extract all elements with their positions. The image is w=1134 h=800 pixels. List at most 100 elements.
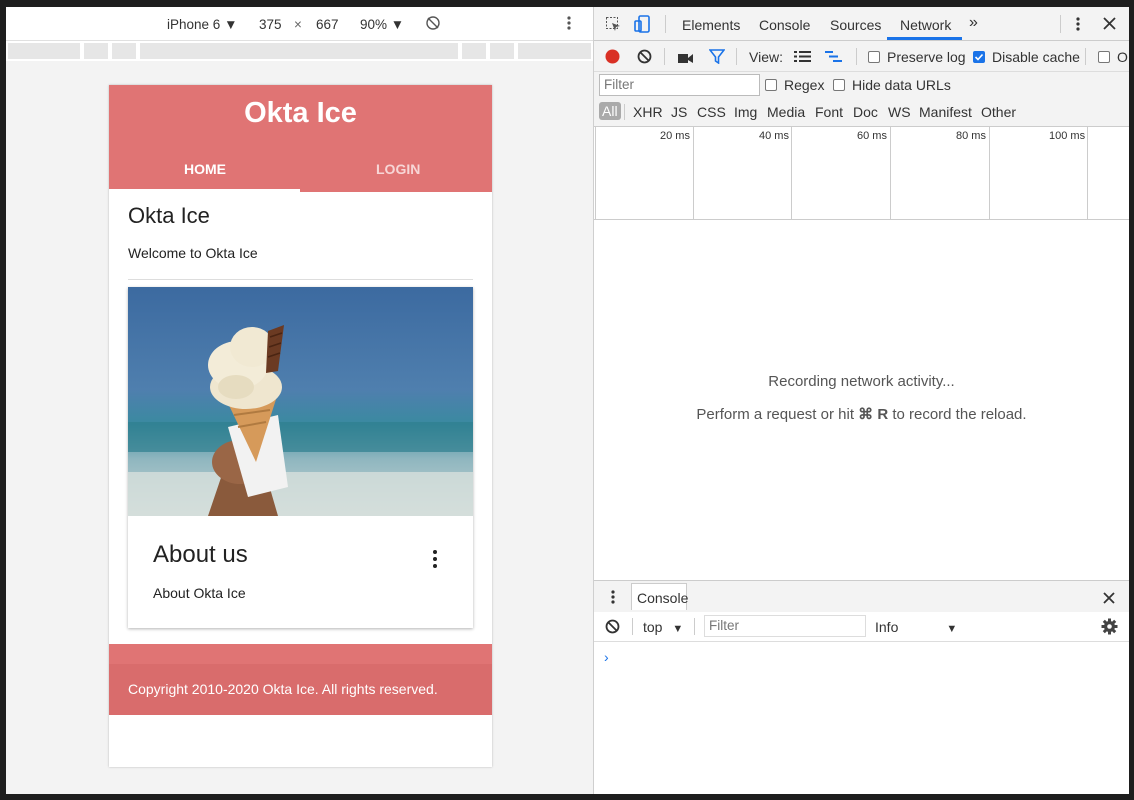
device-viewport: Okta Ice HOME LOGIN Okta Ice Welcome to … — [109, 85, 492, 767]
clear-console-icon[interactable] — [605, 619, 620, 637]
rotate-icon[interactable] — [425, 15, 441, 34]
app-header: Okta Ice HOME LOGIN — [109, 85, 492, 192]
empty-state-hint: Perform a request or hit ⌘ R to record t… — [594, 405, 1129, 423]
app-footer: Copyright 2010-2020 Okta Ice. All rights… — [109, 644, 492, 715]
type-all[interactable]: All — [599, 102, 621, 120]
empty-state-title: Recording network activity... — [768, 373, 955, 390]
more-tabs-icon[interactable]: » — [969, 14, 978, 32]
network-overview-timeline[interactable]: 20 ms 40 ms 60 ms 80 ms 100 ms — [594, 127, 1129, 220]
tab-network[interactable]: Network — [900, 17, 951, 33]
waterfall-icon[interactable] — [825, 50, 842, 66]
tab-elements[interactable]: Elements — [682, 17, 740, 33]
type-other[interactable]: Other — [981, 104, 1016, 120]
zoom-value: 90% — [360, 17, 388, 32]
filter-bar: Filter Regex Hide data URLs — [594, 72, 1129, 99]
device-emulation-pane: iPhone 6 ▼ 375 × 667 90% ▼ Okta Ice HOME… — [6, 7, 593, 794]
hint-text: to record the reload. — [888, 406, 1027, 423]
tick-label: 100 ms — [1049, 130, 1086, 142]
hint-text: Perform a request or hit — [696, 406, 859, 423]
preserve-log-checkbox[interactable] — [868, 51, 880, 63]
tab-console[interactable]: Console — [759, 17, 810, 33]
chevron-down-icon: ▼ — [224, 17, 238, 32]
resource-type-filter: All XHR JS CSS Img Media Font Doc WS Man… — [594, 99, 1129, 127]
disable-cache-label: Disable cache — [992, 49, 1080, 65]
type-media[interactable]: Media — [767, 104, 805, 120]
card-text: About Okta Ice — [153, 585, 246, 601]
tick-label: 20 ms — [660, 130, 690, 142]
reload-shortcut: ⌘ R — [858, 406, 889, 423]
more-vert-icon[interactable] — [1076, 16, 1080, 35]
log-level-value: Info — [875, 619, 899, 635]
devtools-pane: Elements Console Sources Network » View: — [593, 7, 1129, 794]
type-css[interactable]: CSS — [697, 104, 726, 120]
log-level-select[interactable]: Info ▼ — [875, 619, 957, 635]
hide-data-urls-checkbox[interactable] — [833, 79, 845, 91]
about-card: About us About Okta Ice — [128, 287, 473, 628]
tick-label: 80 ms — [956, 130, 986, 142]
width-input[interactable]: 375 — [259, 17, 282, 32]
console-prompt[interactable]: › — [604, 649, 609, 665]
clear-icon[interactable] — [637, 49, 652, 67]
zoom-select[interactable]: 90% ▼ — [360, 17, 404, 32]
type-font[interactable]: Font — [815, 104, 843, 120]
tick-label: 60 ms — [857, 130, 887, 142]
more-vert-icon[interactable] — [567, 15, 571, 34]
tick-label: 40 ms — [759, 130, 789, 142]
filter-placeholder: Filter — [604, 77, 634, 92]
type-img[interactable]: Img — [734, 104, 757, 120]
preserve-log-label: Preserve log — [887, 49, 966, 65]
ice-cream-photo — [128, 287, 473, 516]
footer-text: Copyright 2010-2020 Okta Ice. All rights… — [128, 681, 438, 697]
network-toolbar: View: Preserve log Disable cache O — [594, 41, 1129, 72]
device-toolbar: iPhone 6 ▼ 375 × 667 90% ▼ — [6, 7, 593, 41]
filter-icon[interactable] — [708, 49, 726, 67]
type-js[interactable]: JS — [671, 104, 687, 120]
record-icon[interactable] — [605, 49, 620, 67]
offline-checkbox[interactable] — [1098, 51, 1110, 63]
offline-label: O — [1117, 49, 1128, 65]
type-ws[interactable]: WS — [888, 104, 911, 120]
chevron-down-icon: ▼ — [390, 17, 405, 32]
hide-data-urls-label: Hide data URLs — [852, 77, 951, 93]
device-select[interactable]: iPhone 6 ▼ — [167, 17, 237, 32]
tab-indicator — [109, 189, 300, 192]
tab-sources[interactable]: Sources — [830, 17, 881, 33]
inspect-element-icon[interactable] — [605, 16, 621, 35]
drawer-tabbar: Console — [594, 580, 1129, 613]
tab-home[interactable]: HOME — [184, 161, 226, 177]
type-manifest[interactable]: Manifest — [919, 104, 972, 120]
app-title: Okta Ice — [244, 97, 357, 129]
device-name: iPhone 6 — [167, 17, 221, 32]
gear-icon[interactable] — [1101, 618, 1118, 638]
type-xhr[interactable]: XHR — [633, 104, 663, 120]
divider — [128, 279, 473, 280]
page-heading: Okta Ice — [128, 203, 210, 228]
chevron-down-icon: ▼ — [946, 623, 958, 635]
type-doc[interactable]: Doc — [853, 104, 878, 120]
console-toolbar: top ▼ Filter Info ▼ — [594, 612, 1129, 642]
large-rows-icon[interactable] — [794, 50, 811, 66]
height-input[interactable]: 667 — [316, 17, 339, 32]
active-tab-indicator — [887, 37, 962, 40]
context-value: top — [643, 619, 663, 635]
more-vert-icon[interactable] — [430, 549, 440, 569]
screenshot-camera-icon[interactable] — [678, 51, 694, 67]
chevron-down-icon: ▼ — [672, 623, 684, 635]
tab-login[interactable]: LOGIN — [376, 161, 420, 177]
view-label: View: — [749, 49, 783, 65]
filter-placeholder: Filter — [709, 618, 739, 633]
page-text: Welcome to Okta Ice — [128, 245, 258, 261]
more-vert-icon[interactable] — [611, 589, 615, 608]
device-toolbar-icon[interactable] — [634, 15, 652, 36]
disable-cache-checkbox[interactable] — [973, 51, 985, 63]
context-select[interactable]: top ▼ — [643, 619, 683, 635]
times-sign: × — [294, 17, 302, 32]
media-query-bar[interactable] — [6, 41, 593, 61]
close-icon[interactable] — [1103, 591, 1115, 607]
regex-checkbox[interactable] — [765, 79, 777, 91]
regex-label: Regex — [784, 77, 825, 93]
console-filter-input[interactable]: Filter — [704, 615, 866, 637]
network-filter-input[interactable]: Filter — [599, 74, 760, 96]
close-icon[interactable] — [1103, 17, 1116, 33]
drawer-tab-console[interactable]: Console — [631, 583, 688, 610]
